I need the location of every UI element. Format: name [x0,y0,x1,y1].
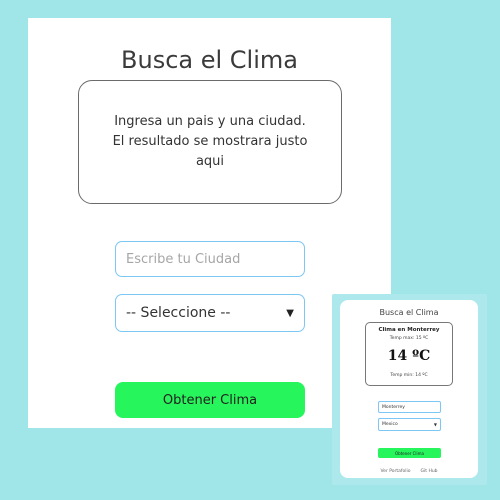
result-message: Ingresa un pais y una ciudad. El resulta… [112,114,308,169]
get-weather-button[interactable]: Obtener Clima [115,382,305,418]
preview-footer-links: Ver Portafolio Git Hub [340,469,478,474]
page-title: Busca el Clima [121,46,298,74]
preview-result-box: Clima en Monterrey Temp max: 15 ºC 14 ºC… [365,322,453,386]
preview-temp-min: Temp min: 14 ºC [390,373,428,378]
preview-country-select: Mexico ▼ [378,418,441,431]
preview-chevron-down-icon: ▼ [433,422,437,427]
preview-city-heading: Clima en Monterrey [378,327,440,333]
result-box: Ingresa un pais y una ciudad. El resulta… [78,80,342,204]
preview-title: Busca el Clima [379,308,439,317]
preview-city-input: Monterrey [378,401,441,413]
country-select[interactable]: -- Seleccione -- ▼ [115,294,305,332]
preview-link-github: Git Hub [420,469,438,474]
preview-temp-current: 14 ºC [387,348,431,364]
preview-city-value: Monterrey [382,404,405,410]
preview-get-weather-label: Obtener Clima [395,450,424,456]
preview-get-weather-button: Obtener Clima [378,448,441,458]
chevron-down-icon: ▼ [286,307,294,319]
preview-temp-max: Temp max: 15 ºC [389,336,429,341]
preview-link-portfolio: Ver Portafolio [380,469,411,474]
preview-card: Busca el Clima Clima en Monterrey Temp m… [340,300,478,478]
get-weather-label: Obtener Clima [162,392,258,408]
city-input[interactable] [115,241,305,277]
country-select-value: -- Seleccione -- [126,305,231,321]
result-preview-screenshot: Busca el Clima Clima en Monterrey Temp m… [332,294,487,485]
preview-country-value: Mexico [382,422,398,427]
